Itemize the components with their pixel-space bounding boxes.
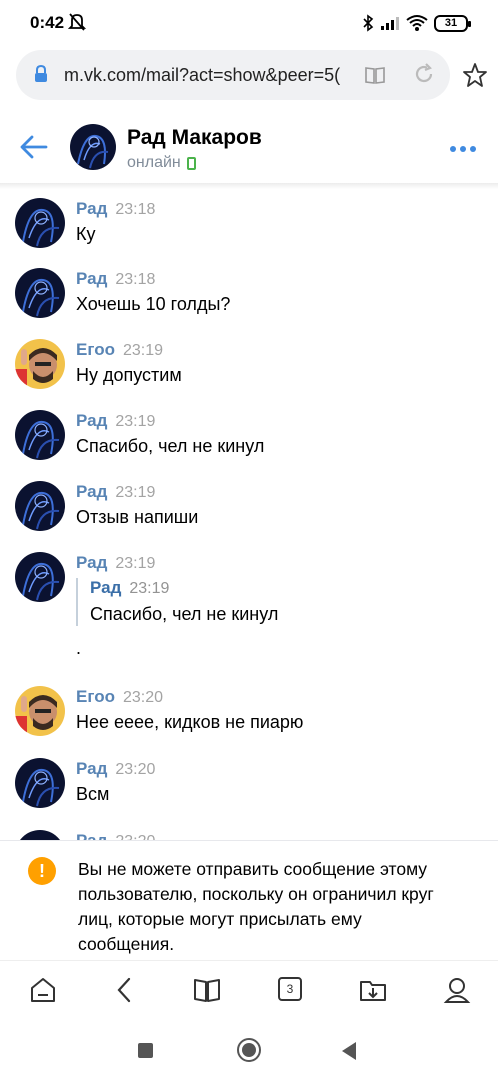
message-author[interactable]: Рад 23:18	[76, 269, 155, 289]
message-author-name[interactable]: Рад	[76, 831, 107, 840]
warning-icon: !	[28, 857, 56, 885]
message-item[interactable]: Егоо 23:20 Нее ееее, кидков не пиарю	[0, 678, 498, 748]
more-options-icon[interactable]	[450, 146, 476, 154]
message-avatar[interactable]	[15, 410, 65, 460]
message-item[interactable]: Рад 23:20	[0, 822, 498, 840]
message-avatar[interactable]	[15, 268, 65, 318]
bookmarks-icon[interactable]	[192, 975, 222, 1005]
message-text: Нее ееее, кидков не пиарю	[76, 712, 304, 732]
home-icon[interactable]	[28, 975, 58, 1005]
message-avatar[interactable]	[15, 481, 65, 531]
forwarded-text: Спасибо, чел не кинул	[90, 604, 279, 624]
message-text: Хочешь 10 голды?	[76, 294, 231, 314]
downloads-icon[interactable]	[358, 975, 388, 1005]
status-bar: 0:42 31	[0, 0, 498, 46]
message-text: Спасибо, чел не кинул	[76, 436, 265, 456]
forwarded-message[interactable]: Рад 23:19 Спасибо, чел не кинул	[76, 578, 376, 626]
bluetooth-icon	[363, 14, 374, 32]
message-item[interactable]: Рад 23:20 Всм	[0, 750, 498, 820]
message-text: Всм	[76, 784, 110, 804]
back-icon[interactable]	[110, 975, 140, 1005]
message-author-name[interactable]: Рад	[76, 482, 107, 501]
message-item[interactable]: Рад 23:18 Хочешь 10 голды?	[0, 260, 498, 330]
message-avatar[interactable]	[15, 686, 65, 736]
message-avatar[interactable]	[15, 198, 65, 248]
header-divider	[0, 183, 498, 189]
tabs-button[interactable]: 3	[278, 977, 302, 1001]
reload-icon[interactable]	[412, 62, 436, 86]
message-time: 23:18	[115, 201, 156, 218]
message-item[interactable]: Рад 23:18 Ку	[0, 190, 498, 260]
message-author-name[interactable]: Рад	[76, 553, 107, 572]
recent-apps-icon[interactable]	[138, 1043, 153, 1058]
chat-header: Рад Макаров онлайн	[0, 108, 498, 184]
message-time: 23:20	[122, 689, 164, 706]
lock-icon	[35, 65, 47, 82]
message-time: 23:19	[122, 342, 164, 359]
online-status-label: онлайн	[127, 154, 181, 171]
profile-icon[interactable]	[442, 975, 472, 1005]
message-author[interactable]: Рад 23:19	[76, 411, 155, 431]
message-list[interactable]: Рад 23:18 Ку Рад 23:18 Хочешь 10 голды? Егоо 23…	[0, 190, 498, 840]
forwarded-time: 23:19	[129, 580, 170, 597]
message-author-name[interactable]: Рад	[76, 411, 107, 430]
message-author[interactable]: Рад 23:20	[76, 759, 155, 779]
message-avatar[interactable]	[15, 830, 65, 840]
notifications-muted-icon	[68, 13, 86, 31]
signal-icon	[381, 17, 399, 30]
message-author[interactable]: Рад 23:19	[76, 482, 155, 502]
message-author-name[interactable]: Рад	[76, 759, 107, 778]
message-author[interactable]: Егоо 23:19	[76, 340, 163, 360]
message-time: 23:19	[115, 555, 156, 572]
message-author-name[interactable]: Рад	[76, 269, 107, 288]
browser-toolbar: 3	[0, 960, 498, 1020]
message-time: 23:18	[115, 271, 156, 288]
contact-name[interactable]: Рад Макаров	[127, 126, 262, 150]
system-navigation-bar	[0, 1020, 498, 1080]
message-item[interactable]: Егоо 23:19 Ну допустим	[0, 331, 498, 401]
message-author[interactable]: Рад 23:20	[76, 831, 155, 840]
url-text[interactable]: m.vk.com/mail?act=show&peer=5(	[64, 65, 354, 86]
message-avatar[interactable]	[15, 552, 65, 602]
status-icons: 31	[362, 12, 471, 34]
message-author-name[interactable]: Егоо	[76, 687, 115, 706]
message-item[interactable]: Рад 23:19 Отзыв напиши	[0, 473, 498, 543]
message-author[interactable]: Рад 23:18	[76, 199, 155, 219]
avatar[interactable]	[70, 124, 116, 170]
home-button-icon[interactable]	[237, 1038, 261, 1062]
forwarded-author: Рад 23:19	[90, 578, 169, 598]
back-arrow-icon[interactable]	[18, 134, 48, 160]
avatar-image	[70, 124, 116, 170]
message-author[interactable]: Егоо 23:20	[76, 687, 163, 707]
message-item[interactable]: Рад 23:19 Спасибо, чел не кинул	[0, 402, 498, 472]
warning-text: Вы не можете отправить сообщение этому п…	[78, 859, 434, 954]
message-time: 23:20	[115, 833, 155, 840]
message-author[interactable]: Рад 23:19	[76, 553, 155, 573]
battery-icon: 31	[434, 14, 471, 32]
system-back-icon[interactable]	[342, 1042, 356, 1060]
message-time: 23:19	[115, 413, 156, 430]
write-restricted-notice: ! Вы не можете отправить сообщение этому…	[0, 840, 498, 960]
bookmark-star-icon[interactable]	[462, 62, 488, 88]
mobile-online-icon	[186, 156, 196, 170]
wifi-icon	[406, 15, 428, 31]
reader-mode-icon[interactable]	[364, 64, 386, 86]
message-time: 23:19	[115, 484, 156, 501]
message-author-name[interactable]: Рад	[76, 199, 107, 218]
message-text: .	[76, 638, 82, 658]
message-text: Ну допустим	[76, 365, 182, 385]
message-text: Ку	[76, 224, 96, 244]
forwarded-author-name: Рад	[90, 578, 122, 597]
message-time: 23:20	[115, 761, 156, 778]
message-item[interactable]: Рад 23:19 Рад 23:19 Спасибо, чел не кинул.	[0, 544, 498, 658]
message-avatar[interactable]	[15, 758, 65, 808]
message-avatar[interactable]	[15, 339, 65, 389]
status-time: 0:42	[30, 13, 65, 32]
message-author-name[interactable]: Егоо	[76, 340, 115, 359]
address-bar[interactable]: m.vk.com/mail?act=show&peer=5(	[16, 50, 450, 100]
message-text: Отзыв напиши	[76, 507, 199, 527]
online-status: онлайн	[127, 154, 196, 172]
